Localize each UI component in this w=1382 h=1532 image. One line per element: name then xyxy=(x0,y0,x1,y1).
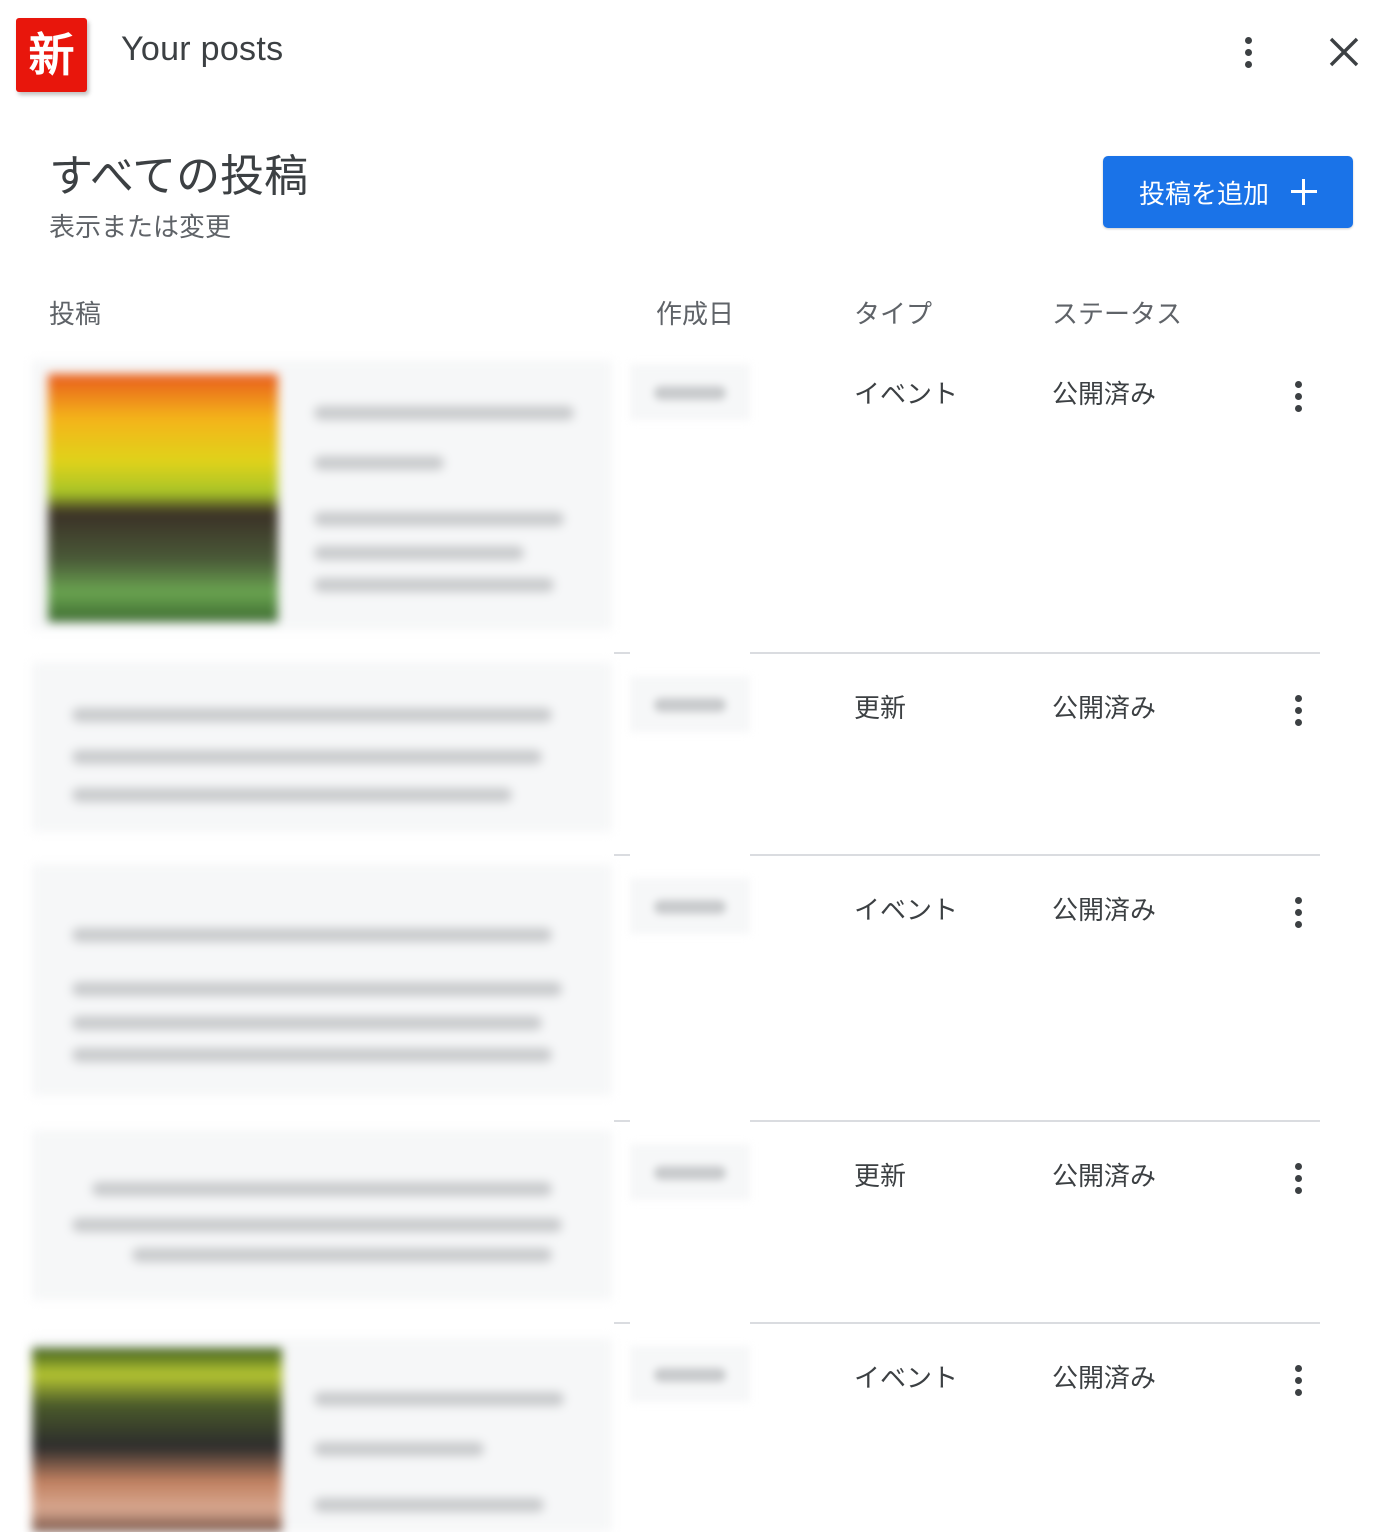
more-vert-icon xyxy=(1244,36,1252,44)
row-divider xyxy=(614,1120,630,1122)
more-vert-icon xyxy=(1294,380,1302,388)
close-icon xyxy=(1329,37,1359,67)
post-status: 公開済み xyxy=(1052,1364,1157,1394)
dialog-title: Your posts xyxy=(121,30,284,68)
table-row[interactable]: 更新 公開済み xyxy=(0,662,1382,854)
post-type: 更新 xyxy=(854,1162,907,1192)
created-date-blurred xyxy=(630,364,750,420)
post-type: イベント xyxy=(854,380,959,410)
row-divider xyxy=(614,1322,630,1324)
created-date-blurred xyxy=(630,676,750,732)
plus-icon xyxy=(1291,179,1317,205)
more-vert-icon xyxy=(1294,1162,1302,1170)
row-more-button[interactable] xyxy=(1278,374,1318,418)
row-divider xyxy=(750,1322,1320,1324)
post-status: 公開済み xyxy=(1052,380,1157,410)
table-row[interactable]: イベント 公開済み xyxy=(0,864,1382,1120)
created-date-blurred xyxy=(630,1144,750,1200)
post-preview-blurred[interactable] xyxy=(32,1338,612,1532)
row-divider xyxy=(614,854,630,856)
post-preview-blurred[interactable] xyxy=(32,1130,612,1300)
post-thumbnail xyxy=(48,374,278,622)
row-divider xyxy=(750,854,1320,856)
row-more-button[interactable] xyxy=(1278,1358,1318,1402)
top-bar: 新 Your posts xyxy=(0,0,1382,110)
add-post-button[interactable]: 投稿を追加 xyxy=(1103,156,1353,228)
table-row[interactable]: イベント 公開済み xyxy=(0,360,1382,652)
more-vert-icon xyxy=(1294,694,1302,702)
table-row[interactable]: イベント 公開済み xyxy=(0,1332,1382,1532)
created-date-blurred xyxy=(630,1346,750,1402)
close-button[interactable] xyxy=(1320,28,1368,76)
column-header-status: ステータス xyxy=(1052,300,1183,330)
more-options-button[interactable] xyxy=(1228,30,1268,74)
column-header-created: 作成日 xyxy=(656,300,735,330)
row-more-button[interactable] xyxy=(1278,1156,1318,1200)
post-status: 公開済み xyxy=(1052,694,1157,724)
post-preview-blurred[interactable] xyxy=(32,662,612,832)
more-vert-icon xyxy=(1294,896,1302,904)
page-subtitle: 表示または変更 xyxy=(49,213,232,243)
created-date-blurred xyxy=(630,878,750,934)
post-thumbnail xyxy=(32,1348,282,1532)
row-divider xyxy=(750,1120,1320,1122)
post-preview-blurred[interactable] xyxy=(32,360,612,630)
post-status: 公開済み xyxy=(1052,1162,1157,1192)
post-type: イベント xyxy=(854,1364,959,1394)
post-type: イベント xyxy=(854,896,959,926)
add-post-label: 投稿を追加 xyxy=(1138,179,1269,210)
page-title: すべての投稿 xyxy=(49,151,309,202)
row-divider xyxy=(750,652,1320,654)
post-type: 更新 xyxy=(854,694,907,724)
column-header-type: タイプ xyxy=(854,300,933,330)
row-more-button[interactable] xyxy=(1278,890,1318,934)
column-header-post: 投稿 xyxy=(49,300,102,330)
row-more-button[interactable] xyxy=(1278,688,1318,732)
table-row[interactable]: 更新 公開済み xyxy=(0,1130,1382,1322)
post-status: 公開済み xyxy=(1052,896,1157,926)
post-preview-blurred[interactable] xyxy=(32,864,612,1096)
row-divider xyxy=(614,652,630,654)
app-logo: 新 xyxy=(16,18,87,92)
more-vert-icon xyxy=(1294,1364,1302,1372)
